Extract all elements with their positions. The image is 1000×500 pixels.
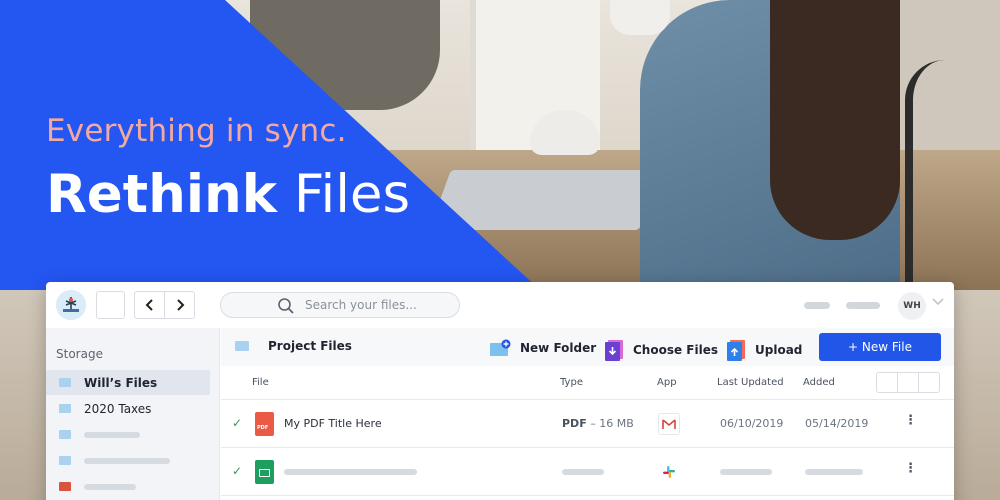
chevron-right-icon — [176, 299, 184, 311]
table-header: File Type App Last Updated Added — [221, 366, 954, 400]
file-size: – 16 MB — [590, 417, 634, 430]
app-icon — [59, 482, 71, 491]
col-file[interactable]: File — [252, 377, 269, 388]
view-toggle-option[interactable] — [897, 373, 918, 392]
new-folder-label: New Folder — [520, 341, 597, 355]
search-input[interactable]: Search your files... — [220, 292, 460, 318]
slack-icon[interactable] — [658, 461, 680, 483]
folder-icon — [59, 378, 71, 387]
col-added[interactable]: Added — [803, 377, 835, 388]
sidebar-item-placeholder[interactable] — [46, 448, 210, 473]
placeholder-bar — [84, 483, 136, 490]
check-icon: ✓ — [232, 416, 243, 430]
folder-icon — [59, 456, 71, 465]
placeholder-bar — [805, 469, 863, 475]
view-toggle-option[interactable] — [918, 373, 939, 392]
current-folder-breadcrumb[interactable]: Project Files — [235, 339, 352, 353]
placeholder-bar — [284, 469, 417, 475]
chevron-down-icon[interactable] — [932, 298, 944, 306]
upload-label: Upload — [755, 343, 803, 357]
view-toggle-option[interactable] — [877, 373, 897, 392]
gmail-icon[interactable] — [658, 413, 680, 435]
new-folder-icon — [490, 339, 511, 356]
placeholder-bar — [84, 431, 140, 438]
col-app[interactable]: App — [657, 377, 677, 388]
file-name[interactable]: My PDF Title Here — [284, 417, 382, 430]
choose-files-icon — [605, 340, 623, 361]
sidebar-item-placeholder[interactable] — [46, 474, 210, 499]
toolbar: Project Files New Folder Choose Files Up… — [221, 328, 954, 366]
choose-files-button[interactable]: Choose Files — [604, 339, 718, 361]
sidebar-item-placeholder[interactable] — [46, 422, 210, 447]
topbar-placeholder-pill — [804, 302, 830, 309]
hero-tagline: Everything in sync. — [46, 113, 347, 149]
sidebar-toggle-button[interactable] — [96, 291, 125, 319]
sidebar-item-label: 2020 Taxes — [84, 401, 152, 416]
search-placeholder: Search your files... — [305, 298, 417, 312]
topbar-placeholder-pill — [846, 302, 880, 309]
col-type[interactable]: Type — [560, 377, 583, 388]
folder-icon — [235, 341, 249, 351]
image-file-icon — [255, 460, 274, 484]
chevron-left-icon — [145, 299, 153, 311]
col-last-updated[interactable]: Last Updated — [717, 377, 784, 388]
sidebar: Storage Will’s Files 2020 Taxes — [46, 328, 220, 500]
sidebar-title: Storage — [56, 347, 103, 361]
upload-icon — [727, 340, 745, 361]
main-panel: Project Files New Folder Choose Files Up… — [221, 328, 954, 500]
search-icon — [278, 298, 294, 314]
more-options-icon[interactable]: ⋮ — [904, 414, 917, 427]
sidebar-item-label: Will’s Files — [84, 375, 158, 390]
folder-icon — [59, 404, 71, 413]
view-toggle — [876, 372, 940, 393]
table-row[interactable]: ✓ ⋮ — [221, 448, 954, 496]
placeholder-bar — [84, 457, 170, 464]
headline-light: Files — [293, 164, 411, 225]
file-type-label: PDF — [562, 417, 587, 430]
back-button[interactable] — [135, 292, 164, 318]
pdf-icon: PDF — [255, 412, 274, 436]
last-updated: 06/10/2019 — [720, 417, 784, 430]
file-manager-window: Search your files... WH Storage Will’s F… — [46, 282, 954, 500]
new-folder-button[interactable]: New Folder — [489, 339, 596, 357]
file-type: PDF – 16 MB — [562, 417, 634, 430]
date-added: 05/14/2019 — [805, 417, 869, 430]
more-options-icon[interactable]: ⋮ — [904, 462, 917, 475]
topbar: Search your files... WH — [46, 282, 954, 328]
sidebar-item-wills-files[interactable]: Will’s Files — [46, 370, 210, 395]
placeholder-bar — [562, 469, 604, 475]
new-file-button[interactable]: + New File — [819, 333, 941, 361]
app-logo-icon[interactable] — [56, 290, 86, 320]
sidebar-item-2020-taxes[interactable]: 2020 Taxes — [46, 396, 210, 421]
headline-bold: Rethink — [46, 164, 277, 225]
check-icon: ✓ — [232, 464, 243, 478]
upload-button[interactable]: Upload — [726, 339, 802, 361]
choose-files-label: Choose Files — [633, 343, 719, 357]
hero-headline: Rethink Files — [46, 168, 410, 221]
avatar[interactable]: WH — [898, 292, 926, 320]
forward-button[interactable] — [164, 292, 194, 318]
folder-icon — [59, 430, 71, 439]
history-nav — [134, 291, 195, 319]
placeholder-bar — [720, 469, 772, 475]
folder-title: Project Files — [268, 339, 352, 353]
table-row[interactable]: ✓ PDF My PDF Title Here PDF – 16 MB 06/1… — [221, 400, 954, 448]
